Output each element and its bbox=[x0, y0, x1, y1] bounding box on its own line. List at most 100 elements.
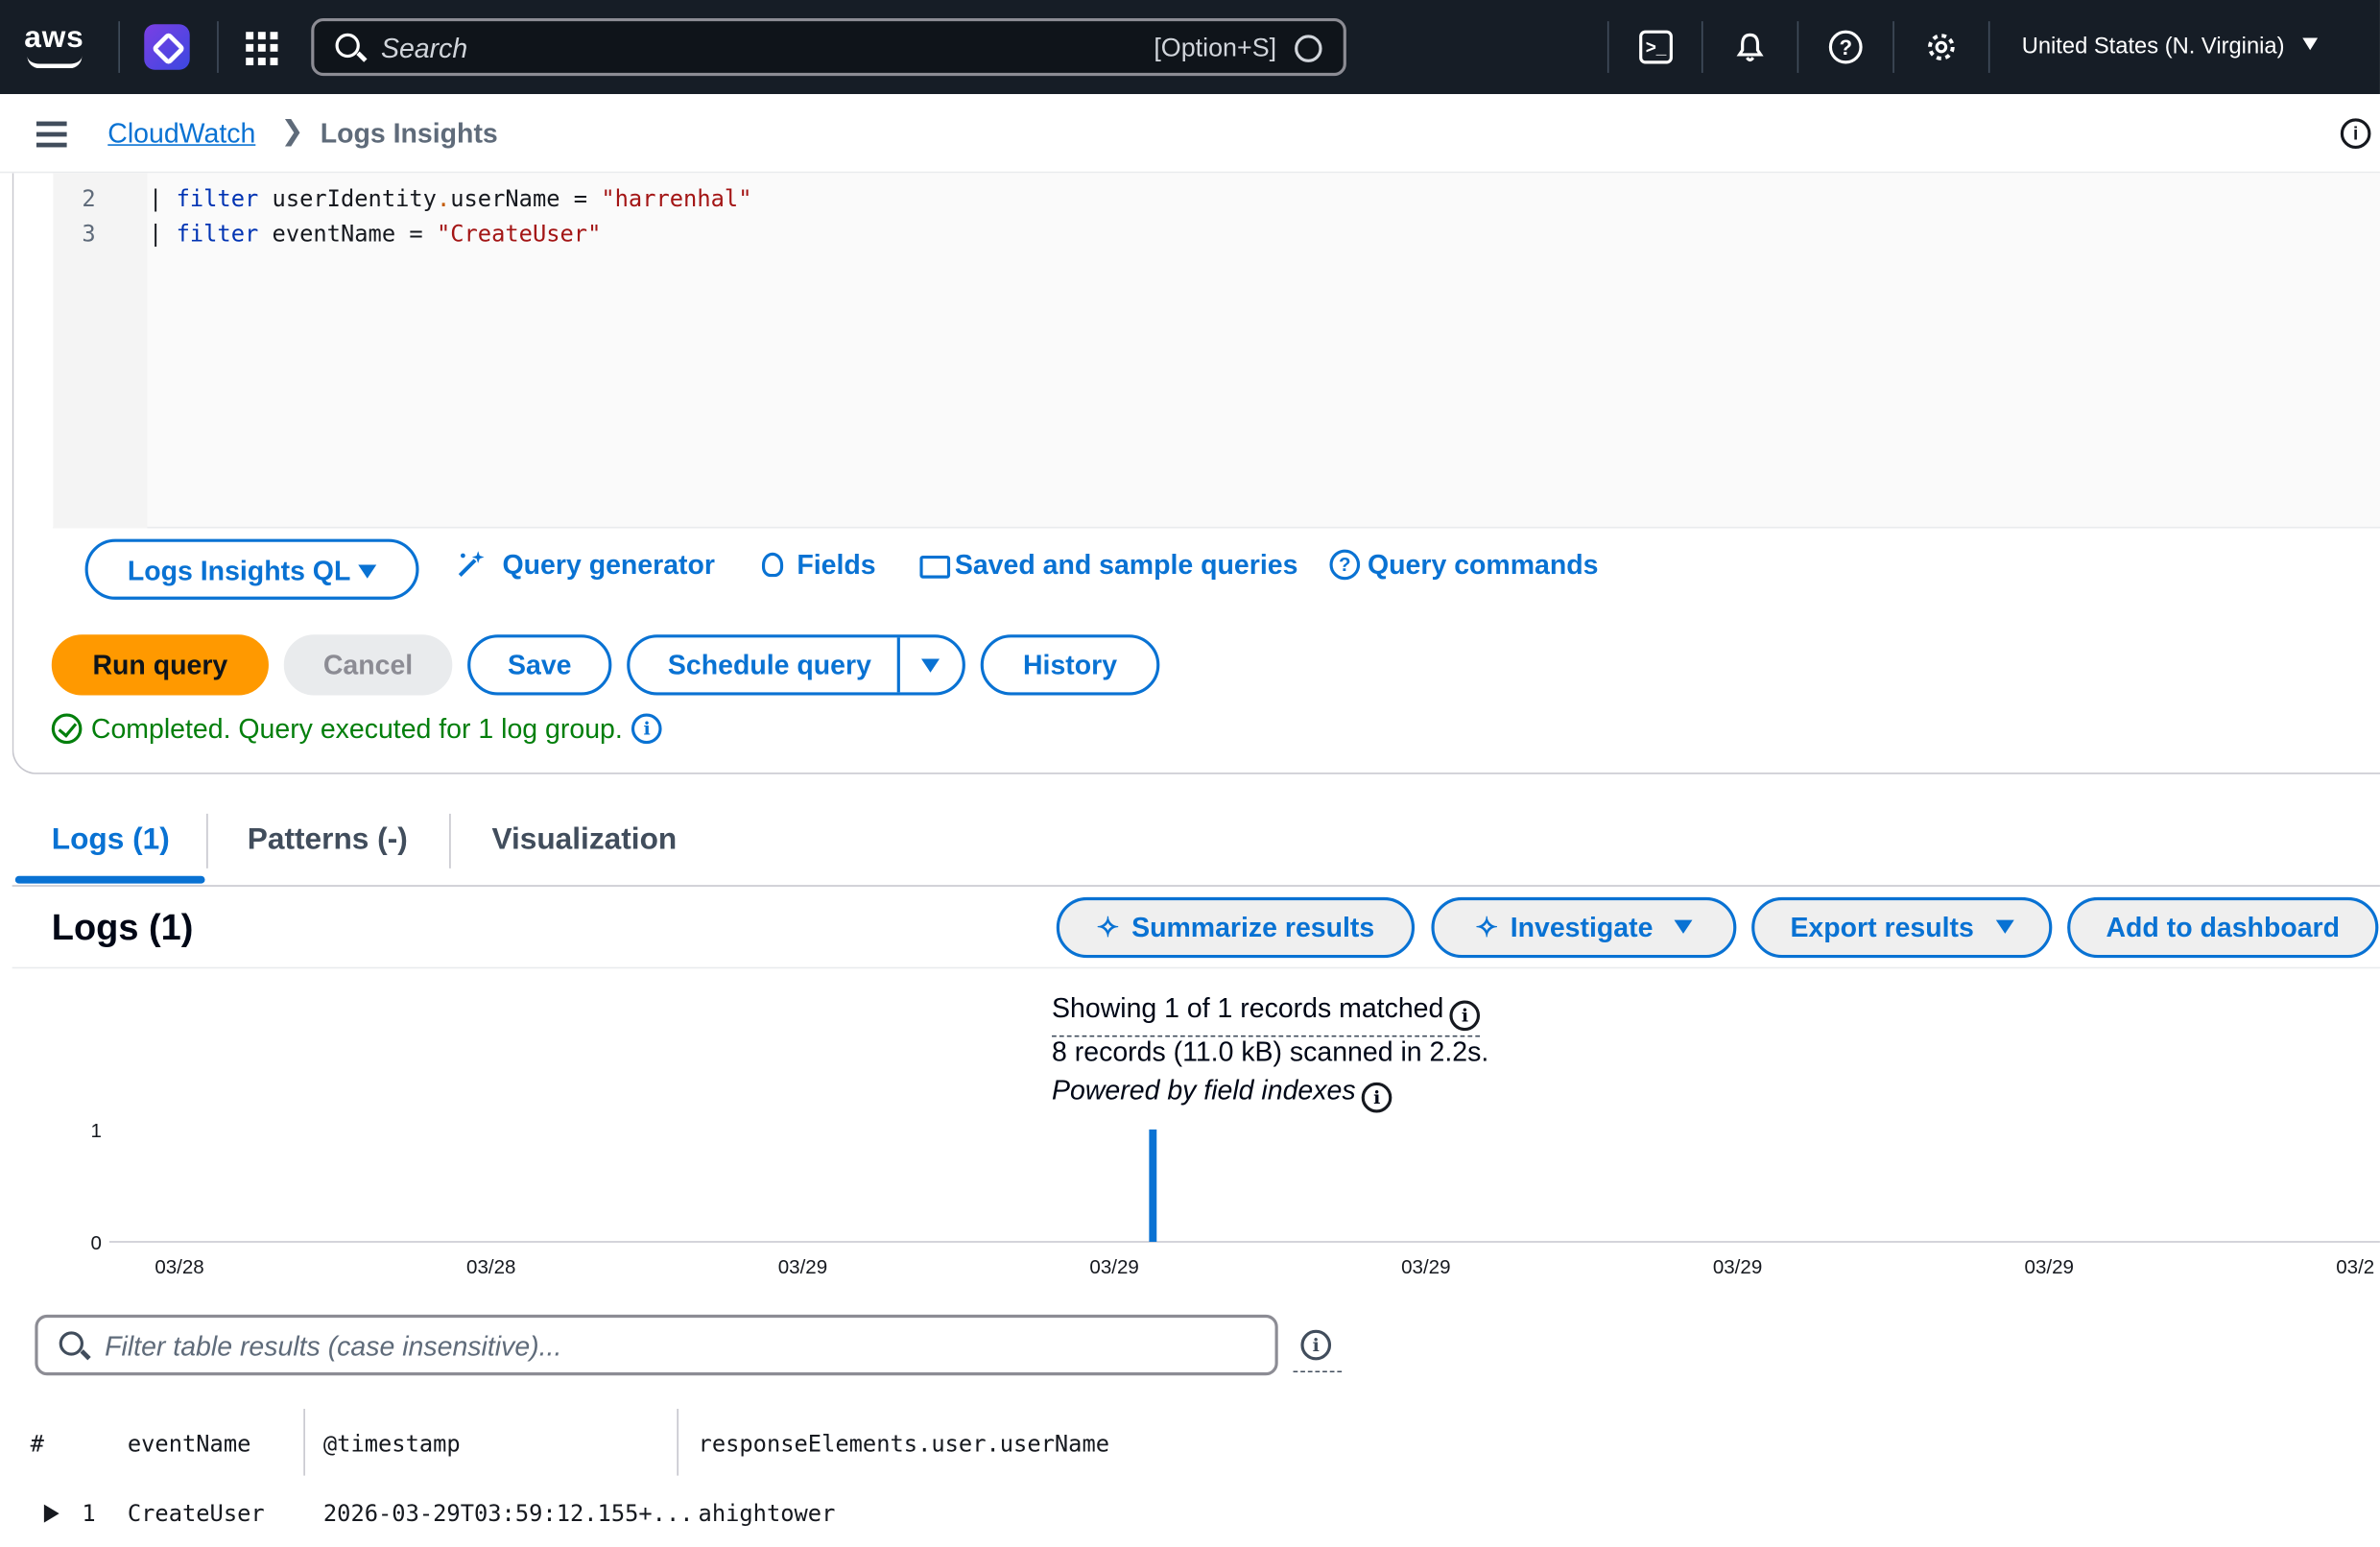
magic-wand-icon bbox=[455, 550, 486, 581]
divider bbox=[1606, 21, 1609, 73]
info-icon[interactable]: i bbox=[631, 713, 662, 745]
query-commands-link[interactable]: Query commands bbox=[1368, 550, 1599, 582]
y-tick-label: 1 bbox=[91, 1120, 102, 1142]
amazon-q-icon[interactable] bbox=[144, 24, 190, 70]
column-header-username[interactable]: responseElements.user.userName bbox=[699, 1430, 1110, 1457]
caret-down-icon bbox=[358, 564, 377, 579]
query-language-select[interactable]: Logs Insights QL bbox=[84, 538, 419, 600]
divider bbox=[1797, 21, 1799, 73]
column-resizer[interactable] bbox=[677, 1409, 678, 1476]
aws-logo[interactable]: aws bbox=[24, 21, 83, 56]
field-indexes-text: Powered by field indexes bbox=[1052, 1074, 1356, 1106]
question-circle-icon: ? bbox=[1329, 549, 1361, 581]
tab-logs[interactable]: Logs (1) bbox=[52, 822, 170, 857]
status-text: Completed. Query executed for 1 log grou… bbox=[90, 713, 623, 745]
code-line[interactable]: | filter userIdentity.userName = "harren… bbox=[149, 185, 751, 212]
records-scanned-summary: 8 records (11.0 kB) scanned in 2.2s. bbox=[1052, 1036, 1489, 1068]
history-button[interactable]: History bbox=[980, 634, 1160, 696]
search-placeholder: Search bbox=[380, 33, 468, 64]
active-tab-indicator bbox=[14, 875, 205, 884]
column-header-eventname[interactable]: eventName bbox=[128, 1430, 251, 1457]
records-matched-text: Showing 1 of 1 records matched bbox=[1052, 992, 1444, 1024]
cell-eventname: CreateUser bbox=[127, 1499, 265, 1528]
query-generator-link[interactable]: Query generator bbox=[503, 550, 715, 582]
save-button[interactable]: Save bbox=[467, 634, 612, 696]
add-to-dashboard-button[interactable]: Add to dashboard bbox=[2067, 896, 2379, 959]
divider bbox=[1892, 21, 1894, 73]
bell-icon[interactable] bbox=[1733, 31, 1767, 64]
export-results-button[interactable]: Export results bbox=[1751, 896, 2053, 959]
global-search-bar[interactable]: Search [Option+S] bbox=[311, 17, 1346, 77]
investigate-button[interactable]: ✧ Investigate bbox=[1431, 896, 1737, 959]
chevron-right-icon: ❯ bbox=[280, 115, 304, 146]
x-tick-label: 03/29 bbox=[1713, 1256, 1762, 1278]
tab-patterns[interactable]: Patterns (-) bbox=[248, 822, 408, 857]
query-status: Completed. Query executed for 1 log grou… bbox=[51, 713, 662, 745]
x-tick-label: 03/29 bbox=[1089, 1256, 1138, 1278]
x-tick-label: 03/29 bbox=[778, 1256, 827, 1278]
divider bbox=[217, 21, 219, 73]
search-icon bbox=[335, 33, 360, 59]
caret-down-icon bbox=[1995, 919, 2014, 934]
field-indexes-note: Powered by field indexes i bbox=[1052, 1075, 1392, 1113]
run-query-button[interactable]: Run query bbox=[51, 634, 269, 696]
column-header-timestamp[interactable]: @timestamp bbox=[323, 1430, 461, 1457]
expand-row-icon[interactable] bbox=[43, 1504, 60, 1523]
filter-table-field[interactable] bbox=[35, 1314, 1278, 1376]
divider bbox=[118, 21, 120, 73]
schedule-query-split-button: Schedule query bbox=[627, 634, 965, 696]
x-tick-label: 03/2 bbox=[2336, 1256, 2374, 1278]
tab-visualization[interactable]: Visualization bbox=[491, 822, 677, 857]
caret-down-icon[interactable] bbox=[921, 658, 940, 673]
search-icon bbox=[59, 1331, 83, 1356]
info-icon: i bbox=[1449, 1000, 1481, 1032]
row-index: 1 bbox=[82, 1499, 96, 1528]
top-navigation-bar: aws Search [Option+S] >_ ? United States… bbox=[0, 0, 2380, 95]
log-histogram-chart[interactable]: 0 1 03/28 03/28 03/29 03/29 03/29 03/29 03/29 03/… bbox=[0, 1108, 2380, 1291]
line-number: 3 bbox=[82, 220, 96, 248]
investigate-label: Investigate bbox=[1510, 912, 1654, 943]
query-language-label: Logs Insights QL bbox=[127, 555, 351, 586]
tab-divider bbox=[449, 813, 451, 869]
fields-link[interactable]: Fields bbox=[797, 550, 875, 582]
tab-divider bbox=[206, 813, 208, 869]
column-header-index: # bbox=[30, 1430, 44, 1458]
cancel-button[interactable]: Cancel bbox=[283, 634, 453, 696]
region-label: United States (N. Virginia) bbox=[2021, 33, 2285, 60]
chevron-down-icon bbox=[2302, 37, 2319, 51]
search-shortcut: [Option+S] bbox=[1154, 33, 1277, 62]
cloudshell-icon[interactable]: >_ bbox=[1639, 30, 1673, 64]
menu-icon[interactable] bbox=[36, 121, 67, 147]
info-icon[interactable]: i bbox=[2340, 118, 2371, 150]
records-matched-summary[interactable]: Showing 1 of 1 records matched i bbox=[1052, 992, 1481, 1037]
code-line[interactable]: | filter eventName = "CreateUser" bbox=[149, 220, 601, 247]
services-grid-icon[interactable] bbox=[246, 32, 279, 65]
x-tick-label: 03/29 bbox=[2025, 1256, 2074, 1278]
schedule-query-button[interactable]: Schedule query bbox=[668, 650, 871, 680]
region-selector[interactable]: United States (N. Virginia) bbox=[2022, 34, 2319, 60]
logs-heading: Logs (1) bbox=[51, 907, 194, 949]
filter-table-input[interactable] bbox=[105, 1328, 1259, 1366]
info-underline bbox=[1293, 1370, 1343, 1373]
breadcrumb-cloudwatch-link[interactable]: CloudWatch bbox=[107, 118, 255, 150]
lightbulb-icon bbox=[761, 552, 784, 578]
x-tick-label: 03/29 bbox=[1401, 1256, 1450, 1278]
y-tick-label: 0 bbox=[91, 1232, 102, 1254]
divider bbox=[1701, 21, 1703, 73]
line-number-gutter bbox=[53, 173, 148, 529]
line-number: 2 bbox=[82, 184, 96, 213]
aws-logo-smile bbox=[27, 57, 83, 69]
breadcrumb-bar: CloudWatch ❯ Logs Insights i bbox=[0, 94, 2380, 174]
help-icon[interactable]: ? bbox=[1828, 30, 1863, 64]
caret-down-icon bbox=[1674, 919, 1693, 934]
settings-icon[interactable] bbox=[1924, 31, 1958, 64]
info-icon[interactable]: i bbox=[1300, 1329, 1332, 1361]
sparkle-icon: ✧ bbox=[1475, 912, 1499, 943]
summarize-results-button[interactable]: ✧ Summarize results bbox=[1056, 896, 1416, 959]
divider bbox=[1987, 21, 1990, 73]
column-resizer[interactable] bbox=[303, 1409, 305, 1476]
saved-queries-link[interactable]: Saved and sample queries bbox=[955, 550, 1298, 582]
cell-timestamp: 2026-03-29T03:59:12.155+... bbox=[322, 1499, 694, 1528]
sparkle-icon: ✧ bbox=[1096, 912, 1120, 943]
header-divider bbox=[12, 966, 2380, 969]
